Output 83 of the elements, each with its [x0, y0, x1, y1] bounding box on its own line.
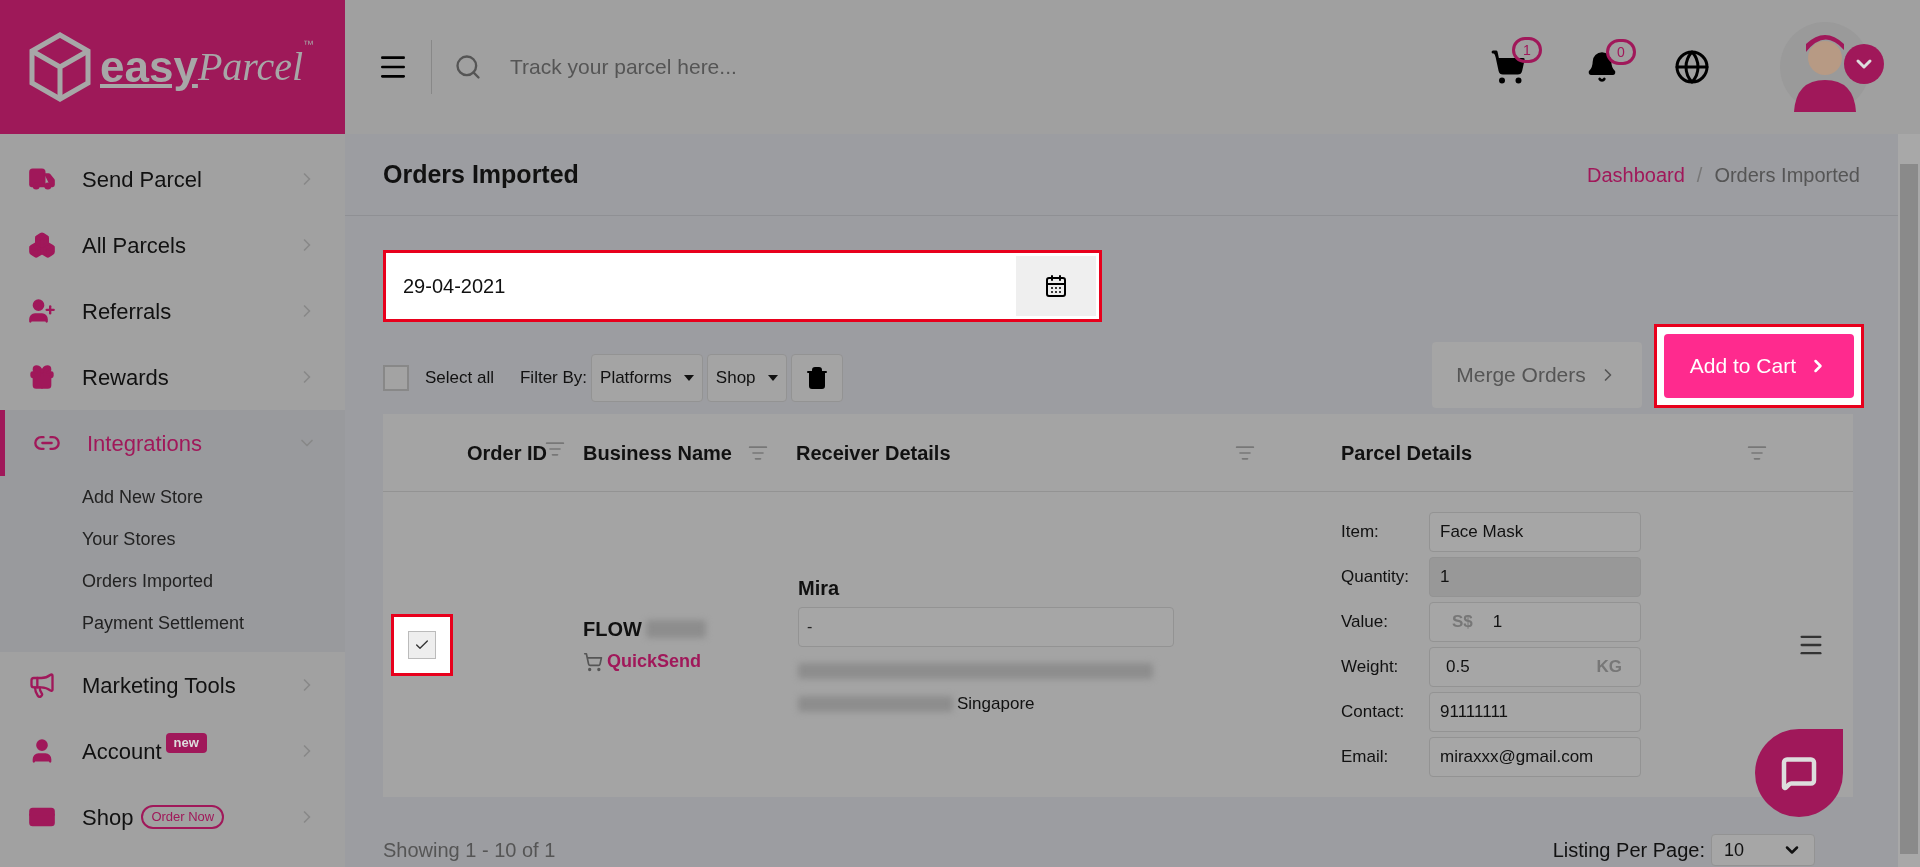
- notification-button[interactable]: [1586, 51, 1618, 83]
- field-value: miraxxx@gmail.com: [1440, 746, 1594, 769]
- row-checkbox[interactable]: [408, 630, 436, 659]
- delete-button[interactable]: [790, 354, 843, 402]
- sidebar-item[interactable]: All Parcels: [0, 212, 345, 278]
- submenu-item[interactable]: Your Stores: [0, 518, 345, 560]
- boxes-icon: [26, 231, 58, 259]
- sidebar-label: Rewards: [82, 363, 169, 392]
- logo-script: Parcel: [197, 47, 304, 87]
- submenu-item[interactable]: Orders Imported: [0, 560, 345, 602]
- select-all-label: Select all: [425, 367, 494, 390]
- cart-count-badge: 1: [1512, 37, 1542, 63]
- parcel-field[interactable]: 91111111: [1429, 692, 1641, 732]
- column-header[interactable]: Receiver Details: [796, 437, 951, 468]
- notification-count-badge: 0: [1606, 39, 1636, 65]
- field-value: 0.5: [1445, 656, 1470, 679]
- box-logo-icon: [28, 31, 92, 103]
- trademark: ™: [303, 37, 315, 52]
- add-user-icon: [26, 297, 58, 325]
- per-page-select[interactable]: 10: [1711, 834, 1815, 866]
- address-country: Singapore: [957, 692, 1035, 715]
- sidebar-item[interactable]: Account new: [0, 718, 345, 784]
- page-title: Orders Imported: [383, 158, 579, 190]
- caret-icon: [767, 375, 778, 381]
- trash-icon: [804, 366, 829, 390]
- receiver-name: Mira: [798, 575, 841, 601]
- chat-icon: [1781, 755, 1817, 791]
- filter-dropdown[interactable]: Shop: [706, 354, 787, 402]
- column-header[interactable]: Parcel Details: [1341, 437, 1473, 468]
- parcel-field-label: Contact:: [1341, 701, 1406, 724]
- sidebar-item[interactable]: Shop Order Now: [0, 784, 345, 850]
- parcel-field-label: Email:: [1341, 746, 1390, 769]
- filter-dropdown[interactable]: Platforms: [591, 354, 703, 402]
- sidebar-item[interactable]: Marketing Tools: [0, 652, 345, 718]
- bell-icon: [1586, 51, 1618, 83]
- parcel-field-label: Weight:: [1341, 656, 1400, 679]
- parcel-field[interactable]: Face Mask: [1429, 512, 1641, 552]
- parcel-field-label: Value:: [1341, 611, 1389, 634]
- sidebar-item[interactable]: Referrals: [0, 278, 345, 344]
- breadcrumb-current: Orders Imported: [1714, 162, 1860, 188]
- platform-name: QuickSend: [607, 650, 702, 673]
- field-value: 91111111: [1440, 701, 1509, 724]
- caret-icon: [683, 375, 694, 381]
- globe-icon[interactable]: [1674, 49, 1710, 85]
- parcel-field[interactable]: miraxxx@gmail.com: [1429, 737, 1641, 777]
- search-field[interactable]: Track your parcel here...: [510, 51, 954, 83]
- cart-button[interactable]: [1490, 49, 1526, 85]
- parcel-field-label: Item:: [1341, 521, 1380, 544]
- new-badge: new: [165, 733, 207, 753]
- column-header[interactable]: Business Name: [583, 437, 732, 468]
- sidebar-label: Marketing Tools: [82, 671, 236, 700]
- sidebar-label: Shop: [82, 803, 134, 832]
- cart-logo-icon: [583, 651, 603, 672]
- showing-count: Showing 1 - 10 of 1: [383, 838, 556, 863]
- cart-icon: [1490, 49, 1526, 85]
- sidebar-item[interactable]: Send Parcel: [0, 146, 345, 212]
- sidebar-label: Send Parcel: [82, 165, 202, 194]
- per-page-label: Listing Per Page:: [1552, 838, 1705, 863]
- field-value: 1: [1492, 611, 1503, 634]
- breadcrumb-separator: /: [1696, 162, 1703, 188]
- sidebar-label: Referrals: [82, 297, 172, 326]
- sidebar-label: All Parcels: [82, 231, 186, 260]
- sidebar-label: Integrations: [87, 429, 202, 458]
- business-name: FLOW: [583, 617, 642, 642]
- sidebar-item[interactable]: Rewards: [0, 344, 345, 410]
- add-to-cart-button[interactable]: Add to Cart: [1663, 334, 1854, 398]
- search-icon: [454, 53, 482, 81]
- field-value: 1: [1440, 566, 1450, 589]
- sidebar-label: Account: [82, 737, 162, 766]
- scrollbar[interactable]: [1898, 134, 1920, 867]
- logo-wordmark: easy: [100, 45, 198, 89]
- parcel-field-label: Quantity:: [1341, 566, 1411, 589]
- select-all-checkbox[interactable]: [383, 365, 409, 391]
- calendar-button[interactable]: [1016, 256, 1096, 316]
- field-value: Face Mask: [1440, 521, 1524, 544]
- submenu-item[interactable]: Payment Settlement: [0, 602, 345, 644]
- submenu-item[interactable]: Add New Store: [0, 476, 345, 518]
- profile-dropdown-button[interactable]: [1844, 44, 1884, 84]
- filter-label: Filter By:: [520, 367, 588, 390]
- scrollbar-thumb[interactable]: [1900, 164, 1918, 854]
- address-field[interactable]: -: [798, 606, 1174, 647]
- calendar-icon: [1044, 274, 1068, 298]
- column-header[interactable]: Order ID: [466, 437, 547, 468]
